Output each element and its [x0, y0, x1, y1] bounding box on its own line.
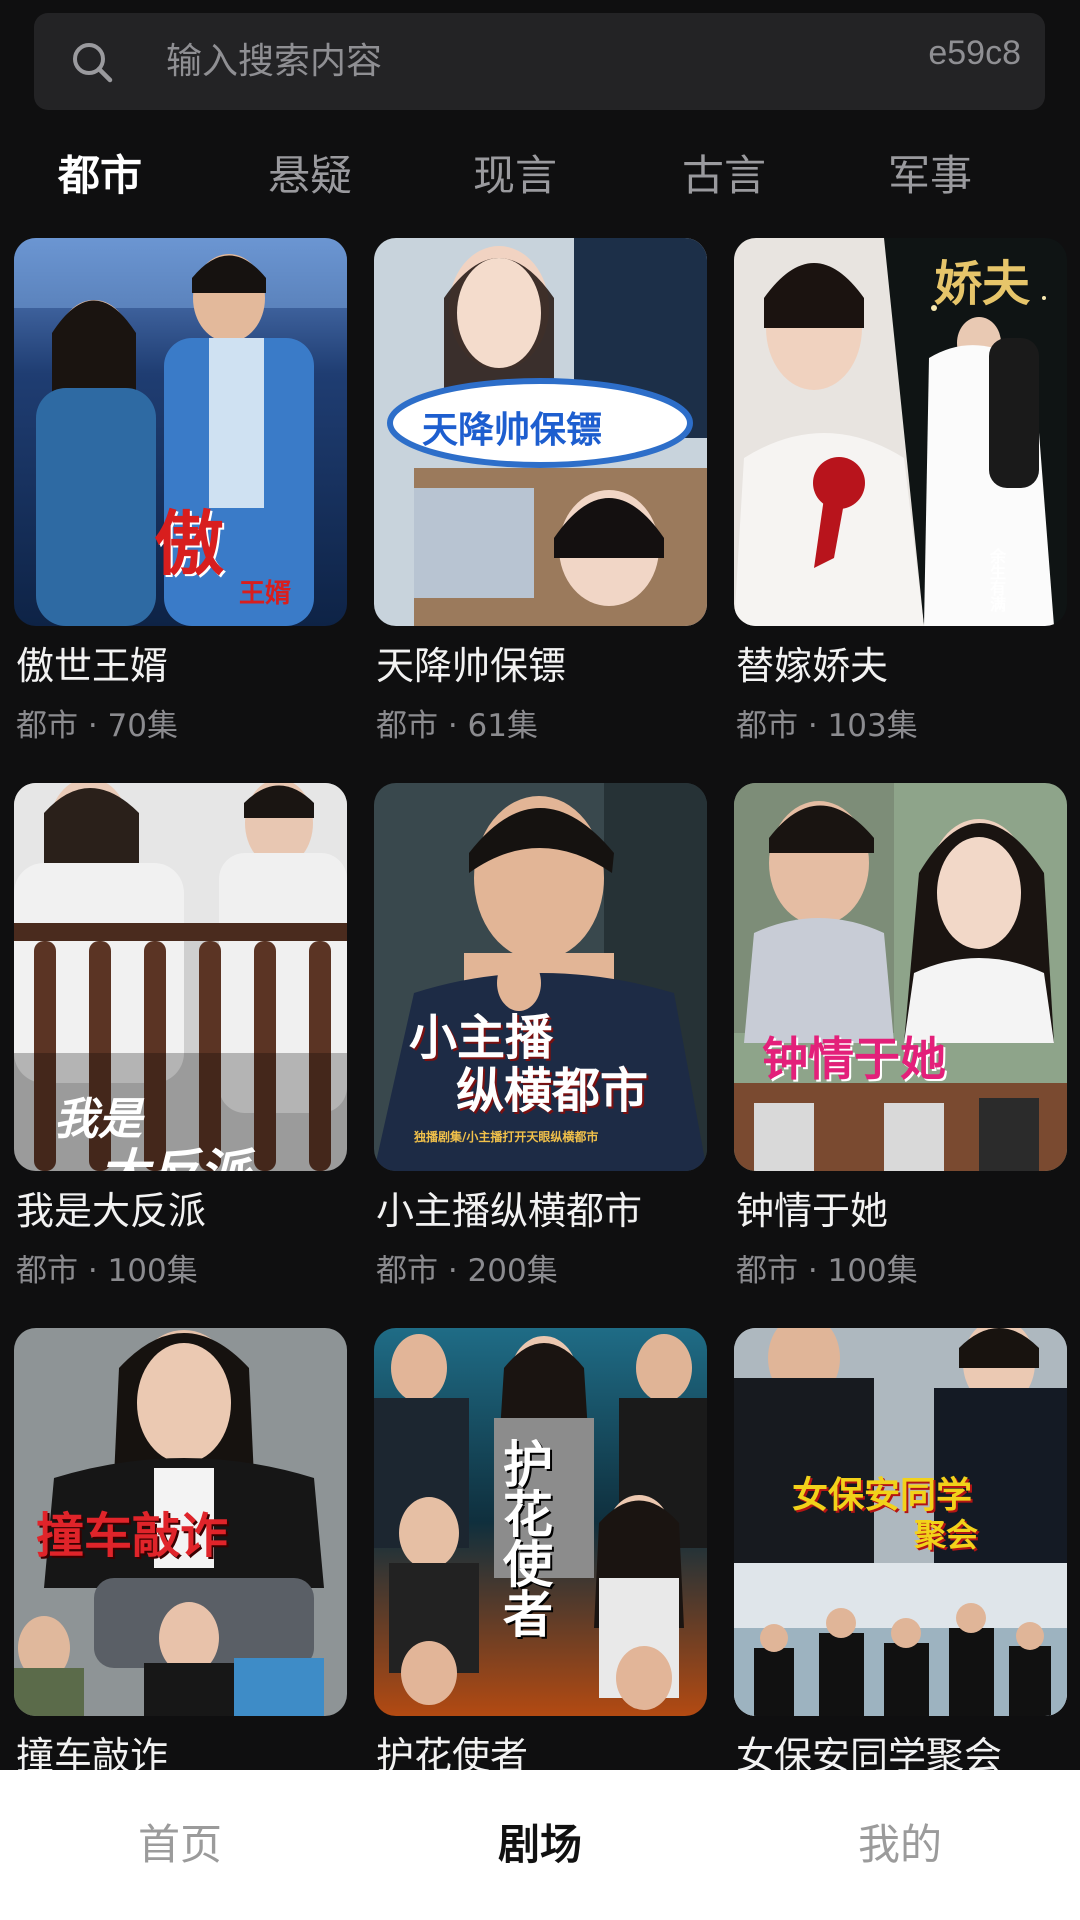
- tab-xianyan[interactable]: 现言: [445, 140, 585, 212]
- drama-meta: 都市 · 70集: [16, 708, 179, 744]
- drama-meta: 都市 · 61集: [376, 708, 539, 744]
- drama-title[interactable]: 小主播纵横都市: [376, 1183, 642, 1239]
- poster-subtitle-art: 王婿: [239, 579, 292, 609]
- drama-title[interactable]: 女保安同学聚会: [736, 1728, 1002, 1770]
- drama-grid: 输入搜索内容 e59c8 都市 悬疑 现言 古言 军事 傲 王婿 傲世王婿 都市…: [0, 0, 1080, 1770]
- tab-guyan[interactable]: 古言: [654, 140, 794, 212]
- drama-poster[interactable]: 傲 王婿: [14, 238, 347, 626]
- drama-title[interactable]: 傲世王婿: [16, 638, 168, 694]
- nav-home[interactable]: 首页: [80, 1770, 280, 1920]
- search-placeholder[interactable]: 输入搜索内容: [166, 13, 382, 110]
- search-bar[interactable]: 输入搜索内容 e59c8: [34, 13, 1045, 110]
- drama-title[interactable]: 护花使者: [376, 1728, 528, 1770]
- drama-meta: 都市 · 200集: [376, 1253, 558, 1289]
- drama-card[interactable]: 天降帅保镖 天降帅保镖 都市 · 61集: [374, 238, 707, 758]
- poster-title-art: 傲: [154, 502, 224, 585]
- drama-poster[interactable]: 女保安同学 聚会: [734, 1328, 1067, 1716]
- app-screen: 输入搜索内容 e59c8 都市 悬疑 现言 古言 军事 傲 王婿 傲世王婿 都市…: [0, 0, 1080, 1920]
- drama-poster[interactable]: 钟情于她: [734, 783, 1067, 1171]
- search-icon: [73, 43, 113, 83]
- drama-poster[interactable]: 护花使者: [374, 1328, 707, 1716]
- drama-poster[interactable]: 小主播 纵横都市 独播剧集/小主播打开天眼纵横都市: [374, 783, 707, 1171]
- drama-poster[interactable]: 天降帅保镖: [374, 238, 707, 626]
- poster-tagline-art: 独播剧集/小主播打开天眼纵横都市: [414, 1130, 599, 1144]
- search-code: e59c8: [928, 34, 1021, 72]
- poster-subtitle-art: 大反派: [99, 1133, 249, 1171]
- poster-title-art: 天降帅保镖: [422, 410, 603, 451]
- drama-card[interactable]: 女保安同学 聚会 女保安同学聚会: [734, 1328, 1067, 1770]
- nav-mine[interactable]: 我的: [800, 1770, 1000, 1920]
- drama-title[interactable]: 钟情于她: [736, 1183, 888, 1239]
- drama-card[interactable]: 撞车敲诈 撞车敲诈: [14, 1328, 347, 1770]
- poster-subtitle-art: 纵横都市: [456, 1063, 649, 1119]
- nav-theater[interactable]: 剧场: [440, 1770, 640, 1920]
- drama-card[interactable]: 小主播 纵横都市 独播剧集/小主播打开天眼纵横都市 小主播纵横都市 都市 · 2…: [374, 783, 707, 1303]
- category-tabs: 都市 悬疑 现言 古言 军事: [0, 140, 1080, 212]
- drama-title[interactable]: 撞车敲诈: [16, 1728, 168, 1770]
- drama-card[interactable]: 我是 大反派 我是大反派 都市 · 100集: [14, 783, 347, 1303]
- poster-title-art: 钟情于她: [762, 1032, 946, 1086]
- tab-xuanyi[interactable]: 悬疑: [240, 140, 380, 212]
- poster-title-art: 撞车敲诈: [36, 1508, 229, 1564]
- drama-title[interactable]: 我是大反派: [16, 1183, 206, 1239]
- tab-dushi[interactable]: 都市: [30, 140, 170, 212]
- poster-subtitle-art: 余生有满: [987, 548, 1006, 612]
- drama-poster[interactable]: 撞车敲诈: [14, 1328, 347, 1716]
- drama-card[interactable]: 钟情于她 钟情于她 都市 · 100集: [734, 783, 1067, 1303]
- poster-subtitle-art: 聚会: [914, 1516, 979, 1554]
- drama-meta: 都市 · 100集: [736, 1253, 918, 1289]
- drama-meta: 都市 · 103集: [736, 708, 918, 744]
- drama-poster[interactable]: 娇夫 余生有满: [734, 238, 1067, 626]
- drama-meta: 都市 · 100集: [16, 1253, 198, 1289]
- drama-card[interactable]: 护花使者 护花使者: [374, 1328, 707, 1770]
- drama-poster[interactable]: 我是 大反派: [14, 783, 347, 1171]
- bottom-nav: 首页 剧场 我的: [0, 1770, 1080, 1920]
- poster-title-art: 娇夫: [934, 256, 1031, 312]
- tab-junshi[interactable]: 军事: [860, 140, 1000, 212]
- drama-card[interactable]: 傲 王婿 傲世王婿 都市 · 70集: [14, 238, 347, 758]
- drama-card[interactable]: 娇夫 余生有满 替嫁娇夫 都市 · 103集: [734, 238, 1067, 758]
- drama-title[interactable]: 替嫁娇夫: [736, 638, 888, 694]
- drama-title[interactable]: 天降帅保镖: [376, 638, 566, 694]
- poster-title-art: 护花使者: [495, 1438, 554, 1638]
